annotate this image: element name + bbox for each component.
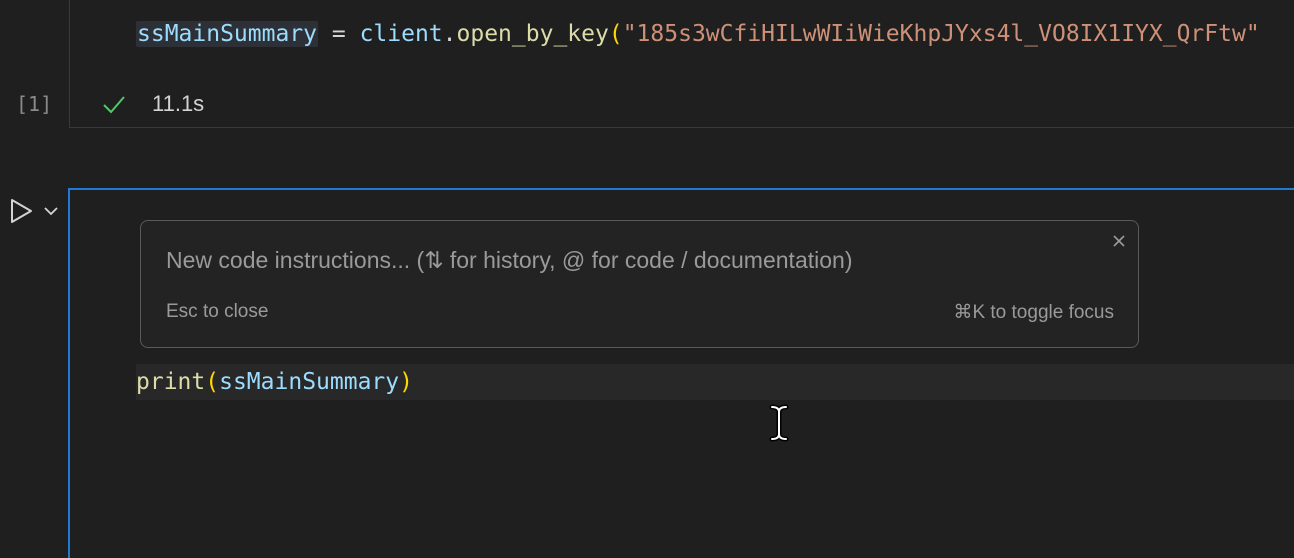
variable-token: ssMainSummary — [219, 369, 400, 395]
play-icon[interactable] — [6, 196, 36, 226]
function-token: print — [136, 369, 206, 395]
dot-token: . — [442, 21, 457, 47]
notebook-editor: ssMainSummary = client.open_by_key("185s… — [0, 0, 1294, 558]
inline-prompt[interactable]: New code instructions... (⇅ for history,… — [140, 220, 1139, 348]
execution-count: [1] — [16, 92, 53, 116]
function-token: open_by_key — [456, 21, 609, 47]
variable-token: ssMainSummary — [136, 21, 319, 47]
paren-token: ( — [205, 369, 220, 395]
esc-hint: Esc to close — [166, 301, 269, 322]
code-line[interactable]: print(ssMainSummary) — [136, 366, 413, 398]
object-token: client — [359, 21, 443, 47]
operator-token: = — [318, 21, 360, 47]
code-line[interactable]: ssMainSummary = client.open_by_key("185s… — [136, 18, 1260, 50]
string-token: "185s3wCfiHILwWIiWieKhpJYxs4l_VO8IX1IYX_… — [622, 21, 1260, 47]
check-icon — [103, 96, 125, 114]
paren-token: ( — [608, 21, 623, 47]
text-cursor-icon — [769, 404, 789, 442]
paren-token: ) — [399, 369, 413, 395]
execution-duration: 11.1s — [152, 91, 205, 116]
toggle-focus-hint: ⌘K to toggle focus — [953, 302, 1114, 323]
close-icon[interactable] — [1110, 232, 1128, 250]
chevron-down-icon[interactable] — [40, 200, 62, 222]
prompt-input[interactable]: New code instructions... (⇅ for history,… — [166, 247, 852, 274]
